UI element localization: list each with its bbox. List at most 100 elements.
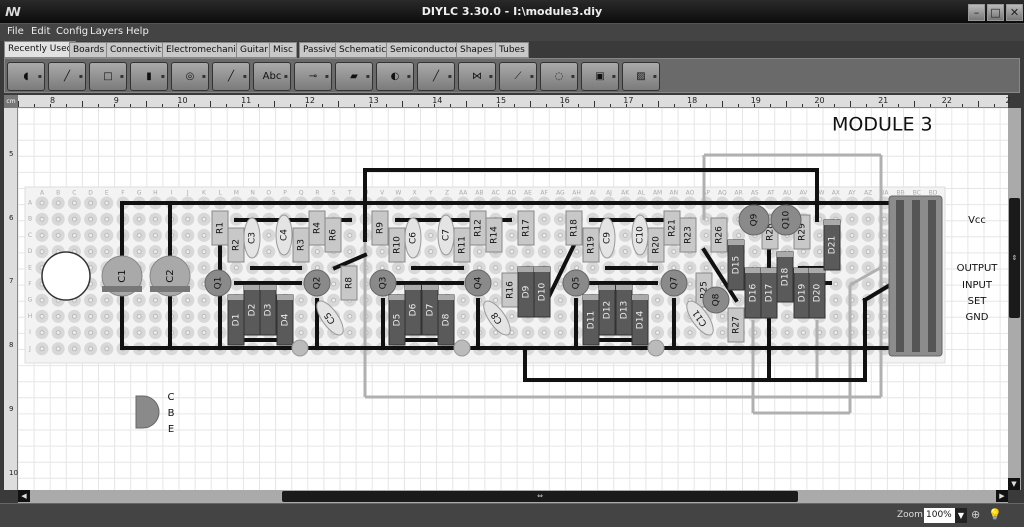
tab-guitar[interactable]: Guitar [236, 42, 272, 58]
wire-end-pad[interactable] [291, 339, 309, 357]
toolbar-button-jumper[interactable]: ╱ ▪ [212, 62, 250, 91]
diode-cathode-band[interactable] [277, 295, 293, 300]
ruler-tick [34, 104, 35, 107]
terminal-strip-bus[interactable] [896, 200, 904, 352]
diode-cathode-band[interactable] [583, 295, 599, 300]
dropdown-icon[interactable]: ▪ [79, 63, 83, 90]
diode-cathode-band[interactable] [745, 268, 761, 273]
capacitor-polarity-band[interactable] [102, 286, 142, 292]
diode-cathode-band[interactable] [534, 267, 550, 272]
zoom-select[interactable]: 100% [924, 508, 956, 523]
tab-boards[interactable]: Boards [69, 42, 109, 58]
vertical-scroll-thumb[interactable]: ⇕ [1009, 198, 1020, 318]
close-button[interactable]: ✕ [1006, 4, 1023, 21]
toolbar-button-perfboard[interactable]: ◖ ▪ [7, 62, 45, 91]
diode-cathode-band[interactable] [777, 252, 793, 257]
scroll-left-arrow-icon[interactable]: ◀ [18, 490, 30, 502]
diode-cathode-band[interactable] [260, 285, 276, 290]
lightbulb-icon[interactable]: 💡 [988, 508, 1002, 521]
tab-tubes[interactable]: Tubes [495, 42, 529, 58]
drawing-canvas[interactable]: ABCDEFGHIJKLMNOPQRSTUVWXYZAAABACADAEAFAG… [18, 108, 1008, 490]
toolbar-button-rectangle[interactable]: □ ▪ [89, 62, 127, 91]
toolbar-button-film-capacitor[interactable]: ⟋ ▪ [499, 62, 537, 91]
toolbar-button-stripboard[interactable]: ▮ ▪ [130, 62, 168, 91]
toolbar-button-pot[interactable]: ◌ ▪ [540, 62, 578, 91]
terminal-strip-bus[interactable] [912, 200, 920, 352]
diode-cathode-band[interactable] [389, 295, 405, 300]
diode-cathode-band[interactable] [809, 268, 825, 273]
menu-file[interactable]: File [7, 26, 24, 37]
diode-cathode-band[interactable] [228, 295, 244, 300]
dropdown-icon[interactable]: ▪ [284, 63, 288, 90]
circuit-layout[interactable]: ABCDEFGHIJKLMNOPQRSTUVWXYZAAABACADAEAFAG… [18, 108, 1008, 490]
toolbar-button-to220[interactable]: ▣ ▪ [581, 62, 619, 91]
toolbar-button-image[interactable]: ▨ ▪ [622, 62, 660, 91]
toolbar-button-diode[interactable]: ▰ ▪ [335, 62, 373, 91]
diode-cathode-band[interactable] [422, 285, 438, 290]
toolbar-button-electrolytic-capacitor[interactable]: ◐ ▪ [376, 62, 414, 91]
tab-connectivity[interactable]: Connectivity [106, 42, 171, 58]
scroll-down-arrow-icon[interactable]: ▼ [1008, 478, 1020, 490]
tab-semiconductors[interactable]: Semiconductors [386, 42, 467, 58]
recenter-icon[interactable]: ⊕ [971, 508, 980, 521]
toolbar-button-wire[interactable]: ╱ ▪ [48, 62, 86, 91]
ruler-tick [658, 101, 659, 107]
toolbar-button-eyelet[interactable]: ◎ ▪ [171, 62, 209, 91]
toolbar-button-resistor[interactable]: ⊸ ▪ [294, 62, 332, 91]
transistor-pinout-icon[interactable] [135, 395, 160, 429]
ruler-unit[interactable]: cm [4, 95, 18, 108]
dropdown-icon[interactable]: ▪ [489, 63, 493, 90]
diode-cathode-band[interactable] [405, 285, 421, 290]
vertical-scrollbar[interactable]: ⇕ ▼ [1008, 108, 1021, 490]
dropdown-icon[interactable]: ▪ [120, 63, 124, 90]
dropdown-icon[interactable]: ▪ [571, 63, 575, 90]
dropdown-icon[interactable]: ▪ [161, 63, 165, 90]
tab-recently-used[interactable]: Recently Used [4, 41, 77, 58]
terminal-strip-bus[interactable] [928, 200, 936, 352]
menu-layers[interactable]: Layers [90, 26, 123, 37]
diode-cathode-band[interactable] [438, 295, 454, 300]
ruler-label: 19 [750, 96, 761, 105]
minimize-button[interactable]: – [968, 4, 985, 21]
pad-hole [622, 249, 628, 255]
dropdown-icon[interactable]: ▪ [407, 63, 411, 90]
diode-cathode-band[interactable] [632, 295, 648, 300]
dropdown-icon[interactable]: ▪ [366, 63, 370, 90]
capacitor-polarity-band[interactable] [150, 286, 190, 292]
diode-cathode-band[interactable] [761, 268, 777, 273]
chevron-down-icon[interactable]: ▼ [955, 508, 967, 523]
dropdown-icon[interactable]: ▪ [325, 63, 329, 90]
menu-help[interactable]: Help [126, 26, 149, 37]
dropdown-icon[interactable]: ▪ [202, 63, 206, 90]
ruler-tick [386, 104, 387, 107]
diode-cathode-band[interactable] [794, 268, 810, 273]
tab-misc[interactable]: Misc [269, 42, 297, 58]
scroll-right-arrow-icon[interactable]: ▶ [996, 490, 1008, 502]
toolbar-button-trace[interactable]: ╱ ▪ [417, 62, 455, 91]
dropdown-icon[interactable]: ▪ [243, 63, 247, 90]
dropdown-icon[interactable]: ▪ [612, 63, 616, 90]
dropdown-icon[interactable]: ▪ [448, 63, 452, 90]
horizontal-scrollbar[interactable]: ◀ ⇔ ▶ [18, 490, 1008, 503]
toolbar-button-transistor-symbol[interactable]: ⋈ ▪ [458, 62, 496, 91]
diode-cathode-band[interactable] [599, 285, 615, 290]
wire-end-pad[interactable] [453, 339, 471, 357]
component-label: R11 [458, 236, 468, 254]
horizontal-scroll-thumb[interactable]: ⇔ [282, 491, 798, 502]
toolbar-button-label[interactable]: Abc ▪ [253, 62, 291, 91]
tab-shapes[interactable]: Shapes [456, 42, 497, 58]
column-label: AU [783, 190, 792, 197]
diode-cathode-band[interactable] [518, 267, 534, 272]
diode-cathode-band[interactable] [616, 285, 632, 290]
dropdown-icon[interactable]: ▪ [530, 63, 534, 90]
pad-hole [736, 232, 742, 238]
dropdown-icon[interactable]: ▪ [38, 63, 42, 90]
menu-edit[interactable]: Edit [31, 26, 50, 37]
maximize-button[interactable]: □ [987, 4, 1004, 21]
diode-cathode-band[interactable] [244, 285, 260, 290]
dropdown-icon[interactable]: ▪ [653, 63, 657, 90]
wire-end-pad[interactable] [647, 339, 665, 357]
menu-config[interactable]: Config [56, 26, 88, 37]
diode-cathode-band[interactable] [824, 220, 840, 225]
diode-cathode-band[interactable] [728, 240, 744, 245]
